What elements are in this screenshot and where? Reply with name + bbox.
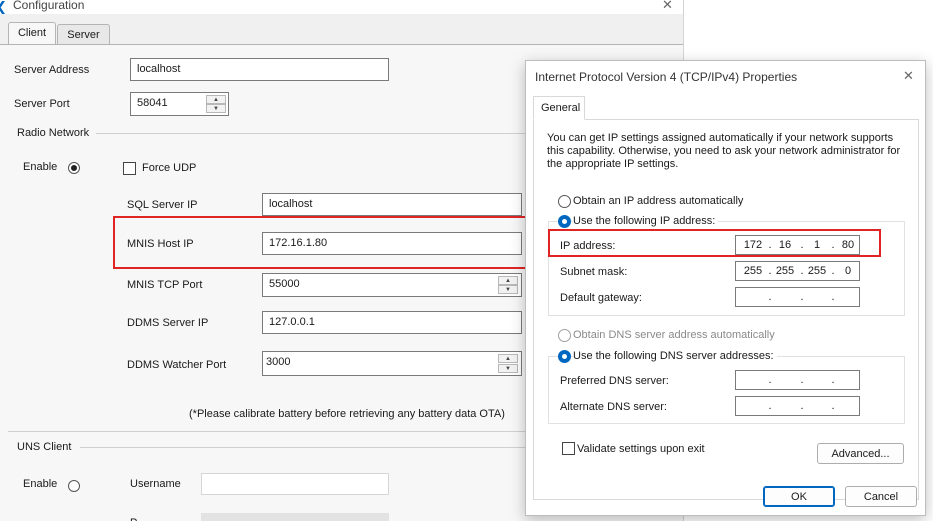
ip-dot: . — [831, 291, 835, 303]
obtain-ip-auto-label: Obtain an IP address automatically — [573, 195, 744, 207]
use-following-ip-radio[interactable] — [558, 215, 571, 228]
ddms-watcher-port-down-icon[interactable]: ▼ — [498, 364, 518, 373]
ipv4-description: You can get IP settings assigned automat… — [547, 132, 901, 170]
subnet-mask-field[interactable]: 255 . 255 . 255 . 0 — [735, 261, 860, 281]
ddms-watcher-port-up-icon[interactable]: ▲ — [498, 354, 518, 363]
server-port-stepper[interactable]: 58041 ▲ ▼ — [130, 92, 229, 116]
advanced-button[interactable]: Advanced... — [817, 443, 904, 464]
ddms-watcher-port-label: DDMS Watcher Port — [127, 359, 227, 371]
ip-dot: . — [800, 374, 804, 386]
sql-server-ip-label: SQL Server IP — [127, 199, 198, 211]
ip-dot: . — [831, 400, 835, 412]
cancel-button[interactable]: Cancel — [845, 486, 917, 507]
use-following-dns-label: Use the following DNS server addresses: — [573, 350, 777, 362]
uns-client-group-label: UNS Client — [17, 441, 72, 453]
radio-enable-label: Enable — [23, 161, 58, 173]
alternate-dns-field[interactable]: . . . — [735, 396, 860, 416]
server-port-value: 58041 — [137, 97, 168, 109]
mnis-highlight-box — [113, 216, 535, 269]
tab-server[interactable]: Server — [57, 24, 110, 44]
subnet-octet-4: 0 — [844, 265, 852, 277]
subnet-octet-3: 255 — [807, 265, 827, 277]
ip-dot: . — [768, 291, 772, 303]
tab-client[interactable]: Client — [8, 22, 56, 44]
obtain-dns-auto-radio[interactable] — [558, 329, 571, 342]
preferred-dns-label: Preferred DNS server: — [560, 375, 669, 387]
alternate-dns-label: Alternate DNS server: — [560, 401, 667, 413]
radio-enable-radio[interactable] — [68, 162, 80, 174]
mnis-tcp-port-down-icon[interactable]: ▼ — [498, 285, 518, 294]
default-gateway-label: Default gateway: — [560, 292, 642, 304]
server-port-up-icon[interactable]: ▲ — [206, 95, 226, 104]
default-gateway-field[interactable]: . . . — [735, 287, 860, 307]
ipv4-properties-dialog: Internet Protocol Version 4 (TCP/IPv4) P… — [525, 60, 926, 516]
ddms-server-ip-input[interactable]: 127.0.0.1 — [262, 311, 522, 334]
obtain-ip-auto-radio[interactable] — [558, 195, 571, 208]
config-titlebar: ❮ Configuration ✕ — [0, 0, 683, 15]
config-title: Configuration — [13, 0, 85, 12]
battery-note: (*Please calibrate battery before retrie… — [189, 408, 505, 420]
ip-dot: . — [800, 291, 804, 303]
ipv4-title: Internet Protocol Version 4 (TCP/IPv4) P… — [535, 70, 798, 84]
server-address-label: Server Address — [14, 64, 90, 76]
mnis-tcp-port-label: MNIS TCP Port — [127, 279, 203, 291]
sql-server-ip-input[interactable]: localhost — [262, 193, 522, 216]
ddms-watcher-port-stepper[interactable]: 3000 ▲ ▼ — [262, 351, 522, 376]
mnis-tcp-port-stepper[interactable]: 55000 ▲ ▼ — [262, 273, 522, 297]
uns-enable-radio[interactable] — [68, 480, 80, 492]
username-label: Username — [130, 478, 181, 490]
ip-dot: . — [800, 400, 804, 412]
preferred-dns-field[interactable]: . . . — [735, 370, 860, 390]
app-icon: ❮ — [0, 0, 7, 15]
password-input[interactable] — [201, 513, 389, 521]
ipv4-close-icon[interactable]: ✕ — [903, 68, 914, 84]
password-label-partial: P — [130, 517, 137, 521]
username-input[interactable] — [201, 473, 389, 495]
uns-enable-label: Enable — [23, 478, 58, 490]
validate-checkbox[interactable] — [562, 442, 575, 455]
ok-button[interactable]: OK — [763, 486, 835, 507]
subnet-octet-2: 255 — [775, 265, 795, 277]
tab-general[interactable]: General — [533, 96, 585, 120]
ddms-server-ip-label: DDMS Server IP — [127, 317, 209, 329]
obtain-dns-auto-label: Obtain DNS server address automatically — [573, 329, 775, 341]
server-address-input[interactable]: localhost — [130, 58, 389, 81]
force-udp-checkbox[interactable] — [123, 162, 136, 175]
server-port-label: Server Port — [14, 98, 70, 110]
tab-general-label: General — [541, 102, 581, 114]
server-port-down-icon[interactable]: ▼ — [206, 104, 226, 113]
force-udp-label: Force UDP — [142, 162, 197, 174]
general-panel: You can get IP settings assigned automat… — [533, 119, 919, 500]
subnet-octet-1: 255 — [743, 265, 763, 277]
ip-dot: . — [768, 400, 772, 412]
radio-network-group-label: Radio Network — [17, 127, 90, 139]
validate-label: Validate settings upon exit — [577, 443, 705, 455]
ip-dot: . — [831, 374, 835, 386]
ip-highlight-box — [548, 229, 881, 257]
subnet-mask-label: Subnet mask: — [560, 266, 628, 278]
ddms-watcher-port-value: 3000 — [266, 356, 291, 368]
config-close-icon[interactable]: ✕ — [662, 0, 673, 13]
mnis-tcp-port-value: 55000 — [269, 278, 300, 290]
use-following-ip-label: Use the following IP address: — [573, 215, 719, 227]
use-following-dns-radio[interactable] — [558, 350, 571, 363]
ip-dot: . — [768, 374, 772, 386]
mnis-tcp-port-up-icon[interactable]: ▲ — [498, 276, 518, 285]
